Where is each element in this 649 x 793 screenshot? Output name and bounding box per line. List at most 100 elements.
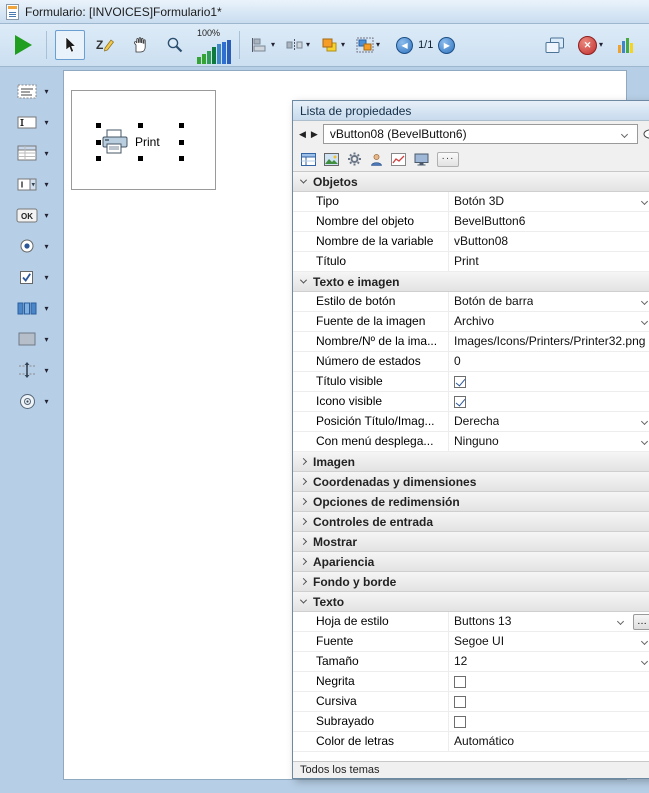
next-object-button[interactable]: ▶ — [311, 129, 318, 140]
section-header[interactable]: Objetos — [293, 172, 649, 192]
chevron-down-icon[interactable]: ▾ — [376, 41, 380, 49]
align-dropdown[interactable]: ▾ — [248, 34, 278, 56]
unchecked-checkbox[interactable] — [454, 716, 466, 728]
chevron-down-icon[interactable] — [641, 198, 648, 205]
zoom-bar[interactable] — [207, 51, 211, 64]
section-header[interactable]: Texto e imagen — [293, 272, 649, 292]
zoom-tool-button[interactable] — [160, 30, 190, 60]
zoom-bar[interactable] — [217, 44, 221, 64]
property-value-cell[interactable]: Segoe UI — [448, 632, 649, 651]
chevron-down-icon[interactable]: ▾ — [44, 273, 48, 282]
selection-handle[interactable] — [179, 140, 184, 145]
radio-button-tool[interactable] — [14, 235, 40, 257]
property-value[interactable]: 0 — [454, 352, 461, 371]
property-value-cell[interactable] — [448, 372, 649, 391]
run-form-button[interactable] — [8, 30, 38, 60]
form-area[interactable]: Print — [71, 90, 216, 190]
selection-handle[interactable] — [138, 123, 143, 128]
property-value[interactable]: BevelButton6 — [454, 212, 525, 231]
entry-order-button[interactable]: Z — [90, 30, 120, 60]
property-value[interactable]: Derecha — [454, 412, 499, 431]
property-value-cell[interactable]: Archivo — [448, 312, 649, 331]
listbox-tool[interactable] — [14, 142, 40, 164]
input-field-tool[interactable] — [14, 111, 40, 133]
theme-list-button[interactable] — [301, 153, 316, 166]
chevron-down-icon[interactable] — [641, 418, 648, 425]
chevron-down-icon[interactable]: ▾ — [44, 118, 48, 127]
layer-dropdown[interactable]: ▾ — [318, 34, 348, 56]
property-value[interactable]: Archivo — [454, 312, 494, 331]
display-theme-button[interactable] — [414, 153, 429, 166]
chevron-down-icon[interactable]: ▾ — [599, 41, 603, 49]
property-value-cell[interactable]: Botón 3D — [448, 192, 649, 211]
badge-dropdown[interactable]: ✕ ▾ — [575, 33, 606, 58]
button-grid-tool[interactable] — [14, 297, 40, 319]
picture-theme-button[interactable] — [324, 153, 339, 166]
chevron-down-icon[interactable]: ▾ — [44, 149, 48, 158]
selected-bevel-button[interactable]: Print — [100, 127, 180, 157]
property-value-cell[interactable]: Ninguno — [448, 432, 649, 451]
static-text-tool[interactable] — [14, 80, 40, 102]
section-header[interactable]: Coordenadas y dimensiones — [293, 472, 649, 492]
chevron-down-icon[interactable]: ▾ — [44, 211, 48, 220]
chevron-down-icon[interactable] — [617, 618, 624, 625]
property-value-cell[interactable]: Automático — [448, 732, 649, 751]
property-value-cell[interactable]: Print — [448, 252, 649, 271]
property-value[interactable]: Images/Icons/Printers/Printer32.png — [454, 332, 645, 351]
chevron-down-icon[interactable]: ▾ — [44, 242, 48, 251]
checkbox-tool[interactable] — [14, 266, 40, 288]
property-value-cell[interactable]: Botón de barra — [448, 292, 649, 311]
group-dropdown[interactable]: ▾ — [353, 34, 383, 56]
section-header[interactable]: Texto — [293, 592, 649, 612]
chevron-down-icon[interactable]: ▾ — [44, 304, 48, 313]
property-value-cell[interactable]: Derecha — [448, 412, 649, 431]
property-value-cell[interactable] — [448, 392, 649, 411]
selection-handle[interactable] — [96, 156, 101, 161]
property-value-cell[interactable]: vButton08 — [448, 232, 649, 251]
property-value-cell[interactable] — [448, 672, 649, 691]
prev-object-button[interactable]: ◀ — [299, 129, 306, 140]
section-header[interactable]: Opciones de redimensión — [293, 492, 649, 512]
property-value-cell[interactable]: 0 — [448, 352, 649, 371]
zoom-bar[interactable] — [222, 42, 226, 64]
chevron-down-icon[interactable] — [641, 318, 648, 325]
selection-handle[interactable] — [138, 156, 143, 161]
zoom-bar[interactable] — [202, 54, 206, 64]
property-value[interactable]: Segoe UI — [454, 632, 504, 651]
chevron-down-icon[interactable]: ▾ — [44, 87, 48, 96]
themes-footer[interactable]: Todos los temas — [293, 761, 649, 778]
user-theme-button[interactable] — [370, 153, 383, 166]
pan-tool-button[interactable] — [125, 30, 155, 60]
windows-button[interactable] — [540, 30, 570, 60]
chevron-down-icon[interactable] — [641, 298, 648, 305]
settings-theme-button[interactable] — [347, 152, 362, 166]
distribute-dropdown[interactable]: ▾ — [283, 34, 313, 56]
chevron-down-icon[interactable] — [641, 638, 648, 645]
property-value[interactable]: Buttons 13 — [454, 612, 511, 631]
section-header[interactable]: Mostrar — [293, 532, 649, 552]
unchecked-checkbox[interactable] — [454, 676, 466, 688]
property-value[interactable]: 12 — [454, 652, 467, 671]
combobox-tool[interactable] — [14, 173, 40, 195]
ok-button-tool[interactable]: OK — [14, 204, 40, 226]
chevron-down-icon[interactable] — [641, 438, 648, 445]
chevron-down-icon[interactable]: ▾ — [341, 41, 345, 49]
selection-handle[interactable] — [179, 156, 184, 161]
checked-checkbox[interactable] — [454, 396, 466, 408]
zoom-bars[interactable] — [197, 39, 231, 64]
object-selector-dropdown[interactable]: vButton08 (BevelButton6) — [323, 124, 638, 144]
form-canvas[interactable]: Print Lista de propiedades ✕ ◀ ▶ — [63, 70, 627, 780]
section-header[interactable]: Apariencia — [293, 552, 649, 572]
oval-tool[interactable] — [14, 390, 40, 412]
property-value[interactable]: Botón de barra — [454, 292, 533, 311]
property-list-titlebar[interactable]: Lista de propiedades ✕ — [293, 101, 649, 121]
property-value-cell[interactable]: 12 — [448, 652, 649, 671]
more-themes-button[interactable]: ··· — [437, 152, 459, 167]
chevron-down-icon[interactable]: ▾ — [306, 41, 310, 49]
next-page-button[interactable]: ▶ — [438, 37, 455, 54]
chart-theme-button[interactable] — [391, 153, 406, 166]
property-value-cell[interactable] — [448, 692, 649, 711]
chevron-down-icon[interactable] — [641, 658, 648, 665]
property-value-cell[interactable]: Images/Icons/Printers/Printer32.png — [448, 332, 649, 351]
property-value[interactable]: Botón 3D — [454, 192, 504, 211]
